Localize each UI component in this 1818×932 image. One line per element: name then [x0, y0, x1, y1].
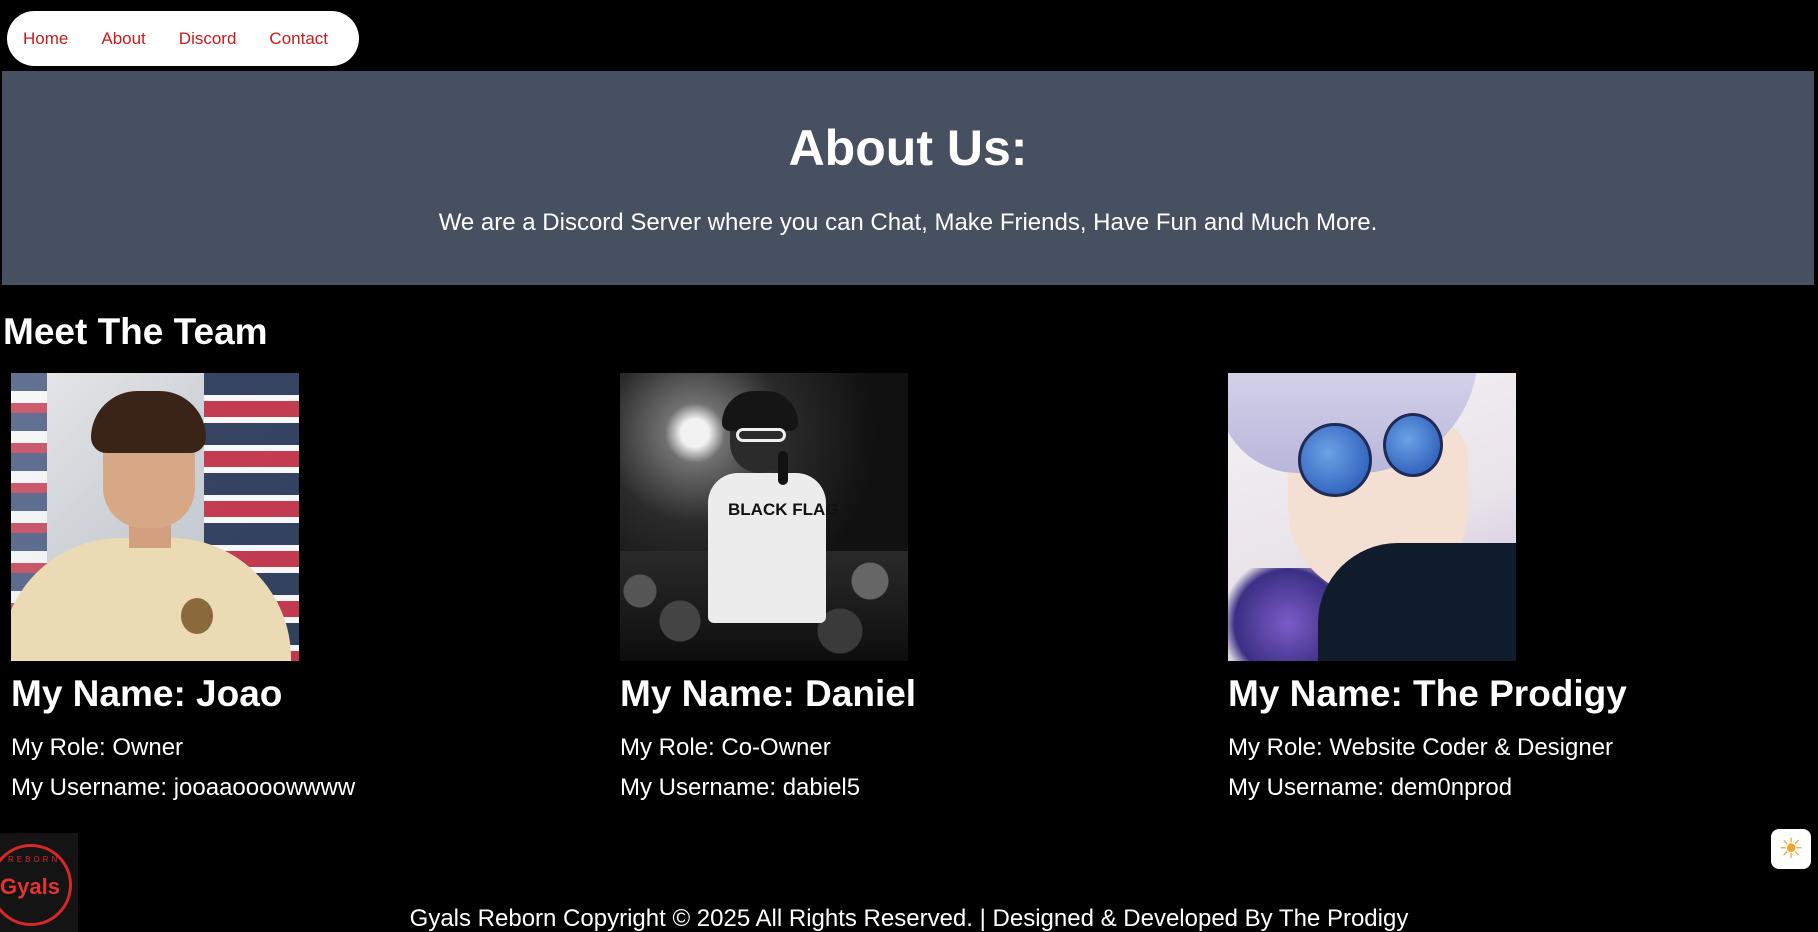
member-name: My Name: The Prodigy: [1228, 673, 1627, 714]
about-subtitle: We are a Discord Server where you can Ch…: [438, 209, 1378, 236]
about-hero: About Us: We are a Discord Server where …: [2, 71, 1814, 285]
team-heading: Meet The Team: [3, 311, 268, 352]
member-username: My Username: dem0nprod: [1228, 773, 1513, 801]
shirt-text: BLACK FLAG: [728, 500, 839, 519]
nav-bar: Home About Discord Contact: [7, 11, 359, 66]
about-title: About Us:: [788, 120, 1028, 176]
member-photo-daniel: BLACK FLAG: [620, 373, 908, 661]
member-role: My Role: Co-Owner: [620, 733, 831, 761]
member-name: My Name: Daniel: [620, 673, 917, 714]
member-role: My Role: Owner: [11, 733, 184, 761]
theme-toggle-button[interactable]: ☀: [1771, 829, 1811, 869]
sun-icon: ☀: [1778, 832, 1804, 865]
nav-contact-link[interactable]: Contact: [269, 29, 328, 49]
member-username: My Username: dabiel5: [620, 773, 861, 801]
member-name: My Name: Joao: [11, 673, 283, 714]
team-card-daniel: BLACK FLAG My Name: Daniel My Role: Co-O…: [620, 373, 1220, 802]
nav-discord-link[interactable]: Discord: [179, 29, 237, 49]
logo-text: Gyals: [0, 874, 60, 899]
team-card-joao: My Name: Joao My Role: Owner My Username…: [11, 373, 611, 802]
member-photo-joao: [11, 373, 299, 661]
team-card-prodigy: My Name: The Prodigy My Role: Website Co…: [1228, 373, 1818, 802]
member-photo-prodigy: [1228, 373, 1516, 661]
logo-ring-text: REBORN: [8, 855, 61, 864]
member-role: My Role: Website Coder & Designer: [1228, 733, 1614, 761]
member-username: My Username: jooaaoooowwww: [11, 773, 356, 801]
footer-copyright: Gyals Reborn Copyright © 2025 All Rights…: [409, 905, 1409, 932]
nav-about-link[interactable]: About: [101, 29, 145, 49]
nav-home-link[interactable]: Home: [23, 29, 68, 49]
